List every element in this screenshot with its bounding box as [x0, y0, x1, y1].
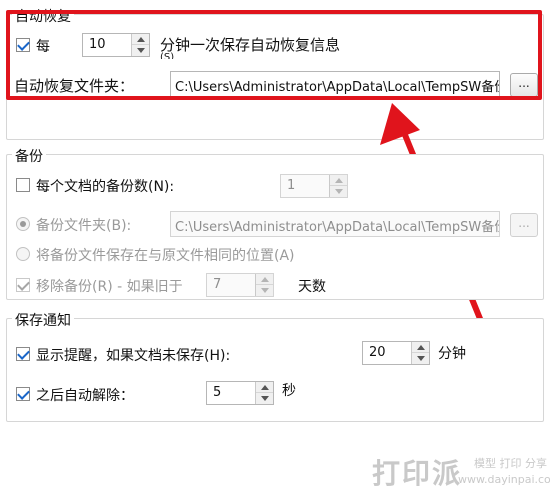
spinner-down-icon[interactable] [256, 285, 273, 296]
backup-folder-input[interactable]: C:\Users\Administrator\AppData\Local\Tem… [170, 211, 500, 237]
spinner-down-icon[interactable] [330, 186, 347, 197]
spinner-arrows [255, 274, 273, 296]
save-notify-title: 保存通知 [12, 310, 74, 330]
reminder-minutes-spinner[interactable]: 20 [362, 341, 430, 365]
reminder-unit: 分钟 [438, 346, 466, 362]
backup-count-checkbox[interactable] [16, 178, 30, 192]
spinner-up-icon[interactable] [256, 382, 273, 393]
spinner-arrows [255, 382, 273, 404]
backup-remove-days-value: 7 [213, 277, 222, 292]
backup-remove-days-spinner[interactable]: 7 [206, 273, 274, 297]
backup-folder-label: 备份文件夹(B): [36, 218, 132, 234]
watermark-url: www.dayinpai.com [458, 473, 550, 486]
backup-count-spinner[interactable]: 1 [280, 174, 348, 198]
reminder-label: 显示提醒，如果文档未保存(H): [36, 348, 231, 364]
backup-same-location-radio[interactable] [16, 247, 30, 261]
backup-folder-radio[interactable] [16, 217, 30, 231]
spinner-arrows [411, 342, 429, 364]
auto-dismiss-checkbox[interactable] [16, 387, 30, 401]
watermark-brand: 打印派 [372, 457, 463, 490]
auto-dismiss-label: 之后自动解除： [36, 388, 134, 404]
spinner-up-icon[interactable] [330, 175, 347, 186]
save-notify-group [6, 318, 544, 422]
backup-remove-label: 移除备份(R) - 如果旧于 [36, 279, 183, 295]
backup-browse-button[interactable]: ... [510, 213, 538, 237]
reminder-minutes-value: 20 [369, 345, 386, 360]
backup-remove-checkbox[interactable] [16, 278, 30, 292]
watermark-tagline: 模型 打印 分享 [474, 457, 547, 470]
spinner-up-icon[interactable] [256, 274, 273, 285]
spinner-down-icon[interactable] [412, 353, 429, 364]
spinner-arrows [329, 175, 347, 197]
auto-dismiss-unit: 秒 [282, 383, 296, 399]
backup-count-label: 每个文档的备份数(N): [36, 179, 175, 195]
backup-same-location-label: 将备份文件保存在与原文件相同的位置(A) [36, 248, 295, 264]
reminder-checkbox[interactable] [16, 347, 30, 361]
spinner-up-icon[interactable] [412, 342, 429, 353]
auto-dismiss-seconds-spinner[interactable]: 5 [206, 381, 274, 405]
backup-days-unit: 天数 [298, 279, 326, 295]
auto-dismiss-seconds-value: 5 [213, 385, 222, 400]
backup-title: 备份 [12, 146, 46, 166]
backup-count-value: 1 [287, 178, 296, 193]
spinner-down-icon[interactable] [256, 393, 273, 404]
